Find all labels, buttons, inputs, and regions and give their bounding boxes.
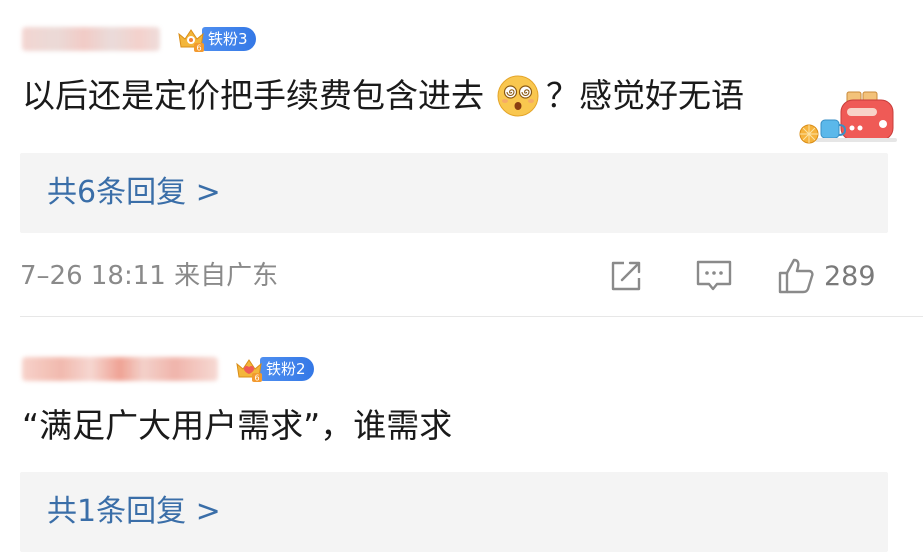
card-decoration-breakfast-icon [797, 84, 901, 146]
thumbs-up-icon [778, 258, 814, 294]
view-replies-link[interactable]: 共6条回复 > [47, 173, 221, 213]
view-replies-link[interactable]: 共1条回复 > [47, 492, 221, 532]
fan-badge[interactable]: 6 铁粉2 [234, 355, 314, 383]
svg-text:6: 6 [254, 374, 259, 383]
username-blurred[interactable] [22, 27, 160, 51]
comment-text-part: 以后还是定价把手续费包含进去 [22, 76, 484, 115]
comment-meta-row: 7–26 18:11 来自广东 289 [20, 256, 888, 296]
comment-item: 6 铁粉3 以后还是定价把手续费包含进去 ？感觉好无语 共6条回复 > 7–26… [0, 0, 923, 317]
weibo-comment-list: 6 铁粉3 以后还是定价把手续费包含进去 ？感觉好无语 共6条回复 > 7–26… [0, 0, 923, 559]
fan-badge[interactable]: 6 铁粉3 [176, 25, 256, 53]
replies-box: 共1条回复 > [20, 472, 888, 552]
comment-text-part: ？感觉好无语 [546, 76, 744, 115]
replies-box: 共6条回复 > [20, 153, 888, 233]
dizzy-face-emoji-icon [496, 74, 540, 118]
comment-item: 6 铁粉2 “满足广大用户需求”，谁需求 共1条回复 > [0, 320, 923, 559]
comment-user-row: 6 铁粉3 [22, 22, 256, 56]
crown-icon: 6 [234, 355, 264, 383]
comment-icon [696, 260, 732, 291]
divider [20, 316, 923, 317]
comment-text: 以后还是定价把手续费包含进去 ？感觉好无语 [22, 74, 744, 118]
comment-text: “满足广大用户需求”，谁需求 [22, 406, 453, 445]
share-button[interactable] [608, 256, 644, 296]
like-button[interactable]: 289 [776, 256, 876, 296]
svg-text:6: 6 [196, 44, 201, 53]
fan-badge-label: 铁粉2 [260, 357, 314, 381]
reply-button[interactable] [694, 256, 734, 296]
like-count: 289 [824, 260, 876, 292]
crown-icon: 6 [176, 25, 206, 53]
timestamp-location: 7–26 18:11 来自广东 [20, 261, 279, 291]
share-icon [611, 261, 641, 291]
username-blurred[interactable] [22, 357, 218, 381]
fan-badge-label: 铁粉3 [202, 27, 256, 51]
comment-user-row: 6 铁粉2 [22, 352, 314, 386]
